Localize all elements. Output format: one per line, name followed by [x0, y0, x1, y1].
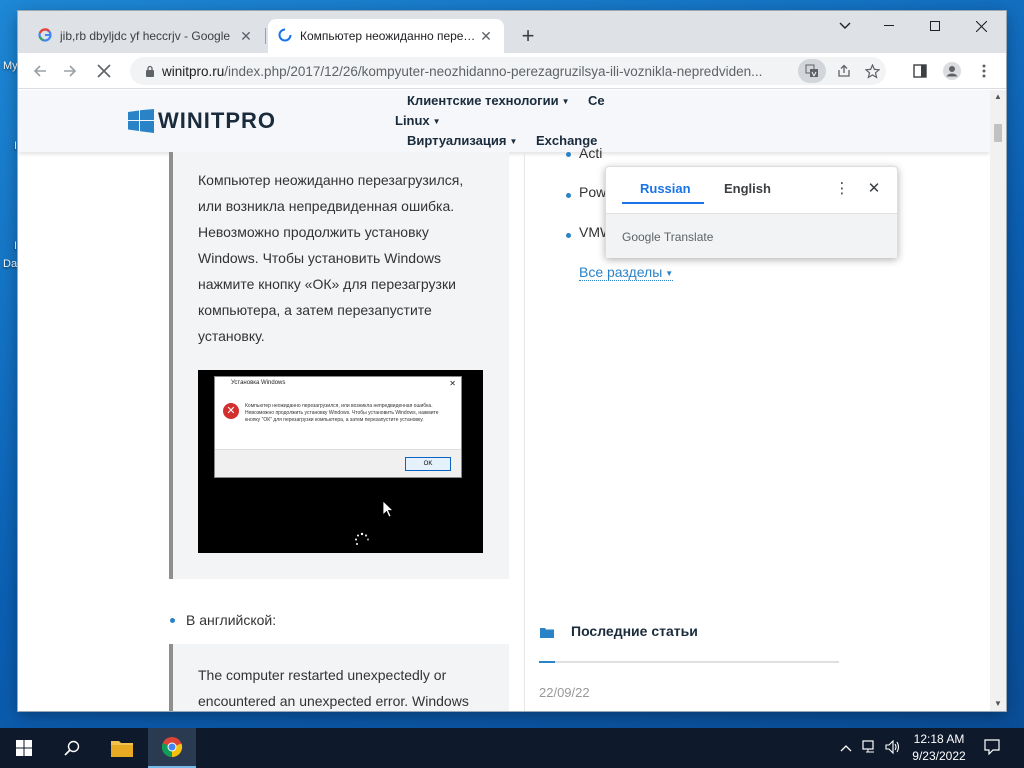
- share-icon[interactable]: [830, 64, 858, 78]
- translate-tab-russian[interactable]: Russian: [640, 181, 691, 196]
- translate-tab-english[interactable]: English: [724, 181, 771, 196]
- url-text: winitpro.ru/index.php/2017/12/26/kompyut…: [162, 63, 763, 79]
- setup-error-dialog: Установка Windows ✕ ✕ Компьютер неожидан…: [214, 376, 462, 478]
- clock-time: 12:18 AM: [913, 732, 965, 746]
- stop-loading-icon[interactable]: [90, 57, 118, 85]
- file-explorer-icon[interactable]: [98, 728, 146, 768]
- page-scrollbar[interactable]: ▲ ▼: [990, 90, 1006, 711]
- tab-title: Компьютер неожиданно перезагрузился: [300, 29, 478, 43]
- nav-linux[interactable]: Linux ▼: [395, 113, 441, 128]
- bullet-dot: [566, 193, 571, 198]
- show-hidden-icons-chevron-icon[interactable]: [840, 740, 852, 755]
- loading-dots-icon: [355, 532, 369, 545]
- active-tab-indicator: [622, 202, 704, 204]
- quote-left-border: [169, 644, 173, 711]
- web-page: WINITPRO Клиентские технологии ▼ Се Linux…: [18, 90, 990, 711]
- clock-date: 9/23/2022: [912, 749, 966, 763]
- tab-close-icon[interactable]: ✕: [478, 28, 494, 44]
- error-screenshot-image: Установка Windows ✕ ✕ Компьютер неожидан…: [198, 370, 483, 553]
- tab-winitpro-article[interactable]: Компьютер неожиданно перезагрузился ✕: [268, 19, 504, 53]
- quote-text-ru: Компьютер неожиданно перезагрузился, или…: [198, 172, 464, 344]
- browser-toolbar: winitpro.ru/index.php/2017/12/26/kompyut…: [18, 53, 1006, 89]
- google-g-icon: [38, 27, 52, 45]
- mouse-cursor-icon: [382, 500, 394, 518]
- google-translate-branding: Google Translate: [622, 230, 714, 244]
- all-sections-link[interactable]: Все разделы ▼: [579, 264, 674, 281]
- translate-footer: Google Translate: [606, 214, 897, 258]
- quote-left-border: [169, 152, 173, 579]
- list-item-english: В английской:: [186, 612, 277, 628]
- scroll-up-arrow-icon[interactable]: ▲: [990, 90, 1006, 104]
- browser-window: jib,rb dbyljdc yf heccrjv - Google ✕ Ком…: [18, 11, 1006, 711]
- section-underline: [539, 661, 839, 663]
- new-tab-button[interactable]: +: [514, 23, 542, 51]
- windows-taskbar: 12:18 AM 9/23/2022: [0, 728, 1024, 768]
- recent-articles-title: Последние статьи: [571, 623, 698, 639]
- quote-text-en: The computer restarted unexpectedly or e…: [198, 667, 469, 709]
- notifications-icon[interactable]: [984, 739, 1000, 758]
- dialog-title: Установка Windows: [231, 380, 286, 386]
- network-icon[interactable]: [862, 740, 878, 757]
- desktop-icon-label[interactable]: Da: [3, 258, 17, 270]
- site-logo-text: WINITPRO: [158, 108, 276, 133]
- forward-arrow-icon[interactable]: [56, 57, 84, 85]
- translate-options-kebab-icon[interactable]: ⋮: [832, 179, 852, 199]
- tab-strip: jib,rb dbyljdc yf heccrjv - Google ✕ Ком…: [18, 11, 1006, 53]
- close-window-button[interactable]: [958, 11, 1004, 41]
- tab-search-chevron-icon[interactable]: [822, 11, 868, 41]
- nav-client-tech[interactable]: Клиентские технологии ▼: [407, 93, 570, 108]
- back-arrow-icon[interactable]: [26, 57, 54, 85]
- taskbar-clock[interactable]: 12:18 AM 9/23/2022: [904, 731, 974, 765]
- bullet-dot: [566, 152, 571, 157]
- lock-icon[interactable]: [138, 65, 162, 77]
- scroll-thumb[interactable]: [994, 124, 1002, 142]
- desktop-icon-label[interactable]: My: [3, 60, 18, 72]
- site-header: WINITPRO Клиентские технологии ▼ Се Linux…: [18, 90, 990, 152]
- maximize-button[interactable]: [912, 11, 958, 41]
- dialog-message: Компьютер неожиданно перезагрузился, или…: [245, 403, 439, 423]
- side-panel-icon[interactable]: [906, 57, 934, 85]
- desktop-icon-label[interactable]: I: [14, 240, 17, 252]
- tab-separator: [265, 28, 266, 44]
- address-bar[interactable]: winitpro.ru/index.php/2017/12/26/kompyut…: [130, 57, 886, 85]
- minimize-button[interactable]: [866, 11, 912, 41]
- menu-kebab-icon[interactable]: [970, 57, 998, 85]
- articles-icon: [540, 628, 554, 638]
- desktop-icon-label[interactable]: I: [14, 140, 17, 152]
- translate-close-icon[interactable]: ✕: [864, 179, 884, 199]
- bullet-dot: [566, 233, 571, 238]
- dialog-ok-button: OK: [405, 457, 451, 471]
- article-date: 22/09/22: [539, 685, 590, 700]
- windows-logo-icon: [128, 109, 154, 133]
- bullet-dot: [170, 618, 175, 623]
- tab-close-icon[interactable]: ✕: [238, 28, 254, 44]
- google-translate-popup: Russian English ⋮ ✕ Google Translate: [605, 166, 898, 258]
- nav-virtualization[interactable]: Виртуализация ▼: [407, 133, 517, 148]
- sidebar-item-active-directory[interactable]: Acti: [579, 145, 602, 161]
- loading-spinner-icon: [278, 28, 292, 45]
- tab-title: jib,rb dbyljdc yf heccrjv - Google: [60, 29, 231, 43]
- profile-avatar-icon[interactable]: [938, 57, 966, 85]
- volume-icon[interactable]: [885, 739, 901, 757]
- translate-page-icon[interactable]: [798, 59, 826, 83]
- sidebar-divider: [524, 152, 525, 711]
- dialog-close-icon: ✕: [449, 379, 456, 388]
- start-button[interactable]: [0, 728, 48, 768]
- search-icon[interactable]: [48, 728, 96, 768]
- site-logo[interactable]: WINITPRO: [128, 108, 276, 134]
- windows-start-icon: [16, 740, 32, 756]
- error-icon: ✕: [223, 403, 239, 419]
- bookmark-star-icon[interactable]: [858, 63, 886, 79]
- nav-server[interactable]: Се: [588, 93, 605, 108]
- scroll-down-arrow-icon[interactable]: ▼: [990, 697, 1006, 711]
- chrome-taskbar-icon[interactable]: [148, 728, 196, 768]
- tab-google-search[interactable]: jib,rb dbyljdc yf heccrjv - Google ✕: [28, 19, 264, 53]
